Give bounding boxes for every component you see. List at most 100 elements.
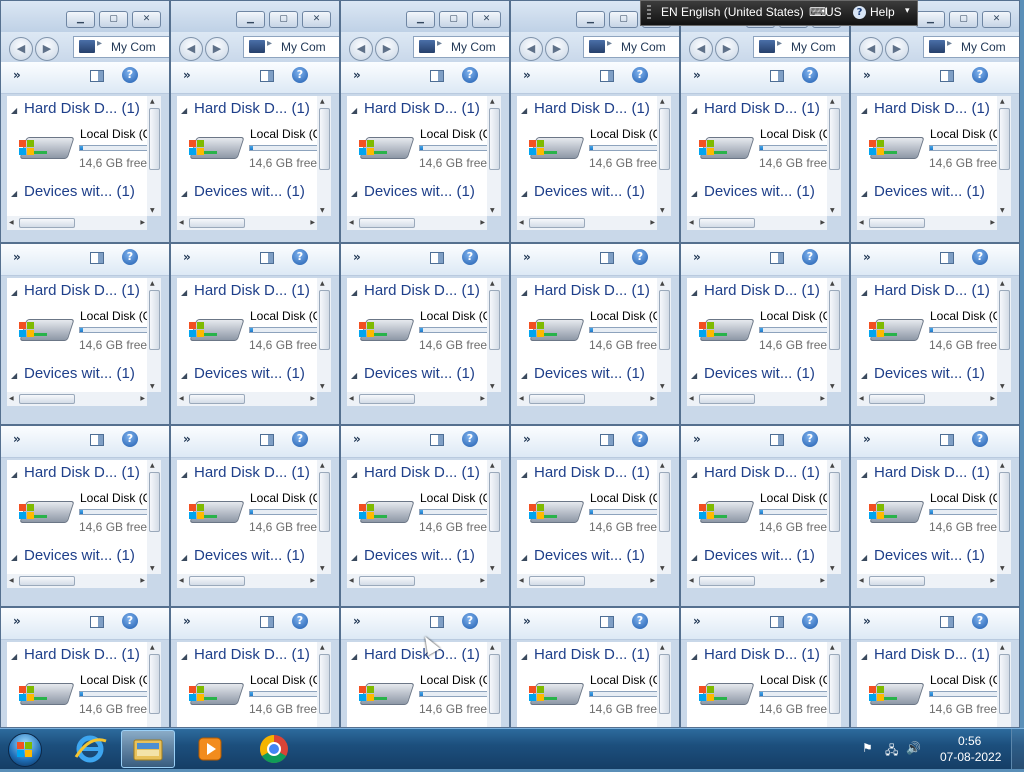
collapse-group-icon[interactable]: ◢	[11, 470, 17, 479]
more-commands-button[interactable]: »	[13, 614, 21, 628]
scroll-right-arrow-icon[interactable]: ▶	[820, 219, 825, 226]
hard-drive-icon[interactable]	[17, 669, 79, 711]
hard-drive-icon[interactable]	[17, 305, 79, 347]
scroll-left-arrow-icon[interactable]: ◀	[519, 395, 524, 402]
preview-pane-icon[interactable]	[600, 70, 614, 82]
preview-pane-icon[interactable]	[430, 70, 444, 82]
vertical-scroll-thumb[interactable]	[319, 290, 330, 350]
group-header-hard-disks[interactable]: Hard Disk D... (1)	[24, 464, 140, 481]
horizontal-scroll-thumb[interactable]	[869, 394, 925, 404]
hard-drive-icon[interactable]	[357, 487, 419, 529]
scroll-right-arrow-icon[interactable]: ▶	[650, 577, 655, 584]
vertical-scroll-thumb[interactable]	[999, 654, 1010, 714]
scroll-left-arrow-icon[interactable]: ◀	[179, 219, 184, 226]
hard-drive-icon[interactable]	[527, 305, 589, 347]
preview-pane-icon[interactable]	[600, 434, 614, 446]
scroll-up-arrow-icon[interactable]: ▲	[1000, 644, 1005, 651]
collapse-group-icon[interactable]: ◢	[351, 553, 357, 562]
collapse-group-icon[interactable]: ◢	[691, 470, 697, 479]
scroll-down-arrow-icon[interactable]: ▼	[660, 565, 665, 572]
group-header-devices[interactable]: Devices wit... (1)	[534, 183, 645, 200]
breadcrumb-chevron-icon[interactable]: ▸	[607, 38, 612, 49]
scroll-down-arrow-icon[interactable]: ▼	[1000, 207, 1005, 214]
scroll-up-arrow-icon[interactable]: ▲	[660, 644, 665, 651]
scroll-up-arrow-icon[interactable]: ▲	[830, 644, 835, 651]
preview-pane-icon[interactable]	[430, 252, 444, 264]
collapse-group-icon[interactable]: ◢	[521, 189, 527, 198]
group-header-hard-disks[interactable]: Hard Disk D... (1)	[534, 464, 650, 481]
group-header-devices[interactable]: Devices wit... (1)	[534, 547, 645, 564]
scroll-right-arrow-icon[interactable]: ▶	[480, 395, 485, 402]
help-icon[interactable]: ?	[972, 67, 988, 83]
collapse-group-icon[interactable]: ◢	[521, 652, 527, 661]
scroll-down-arrow-icon[interactable]: ▼	[660, 207, 665, 214]
group-header-devices[interactable]: Devices wit... (1)	[534, 365, 645, 382]
window-title-bar[interactable]: ▁▢✕	[1, 1, 169, 32]
scroll-down-arrow-icon[interactable]: ▼	[490, 383, 495, 390]
vertical-scroll-thumb[interactable]	[489, 654, 500, 714]
drive-name[interactable]: Local Disk (C	[760, 309, 827, 323]
scroll-right-arrow-icon[interactable]: ▶	[990, 395, 995, 402]
more-commands-button[interactable]: »	[183, 432, 191, 446]
scroll-left-arrow-icon[interactable]: ◀	[349, 219, 354, 226]
breadcrumb-chevron-icon[interactable]: ▸	[97, 38, 102, 49]
explorer-window[interactable]: »? ◢ Hard Disk D... (1) Local Disk (C 14,6 G…	[0, 243, 170, 425]
horizontal-scroll-thumb[interactable]	[359, 576, 415, 586]
explorer-window[interactable]: »? ◢ Hard Disk D... (1) Local Disk (C 14,6 G…	[850, 243, 1020, 425]
explorer-window[interactable]: »? ◢ Hard Disk D... (1) Local Disk (C 14,6 G…	[340, 607, 510, 728]
vertical-scrollbar[interactable]: ▲▼	[147, 96, 161, 216]
scroll-right-arrow-icon[interactable]: ▶	[990, 577, 995, 584]
language-bar-options-icon[interactable]: ▾	[905, 5, 910, 16]
collapse-group-icon[interactable]: ◢	[691, 288, 697, 297]
help-icon[interactable]: ?	[632, 67, 648, 83]
collapse-group-icon[interactable]: ◢	[861, 371, 867, 380]
scroll-up-arrow-icon[interactable]: ▲	[150, 280, 155, 287]
group-header-hard-disks[interactable]: Hard Disk D... (1)	[534, 282, 650, 299]
scroll-right-arrow-icon[interactable]: ▶	[480, 219, 485, 226]
hard-drive-icon[interactable]	[697, 487, 759, 529]
minimize-button[interactable]: ▁	[236, 11, 265, 28]
explorer-window[interactable]: »? ◢ Hard Disk D... (1) Local Disk (C 14,6 G…	[680, 607, 850, 728]
group-header-devices[interactable]: Devices wit... (1)	[24, 365, 135, 382]
collapse-group-icon[interactable]: ◢	[11, 371, 17, 380]
breadcrumb-chevron-icon[interactable]: ▸	[437, 38, 442, 49]
hard-drive-icon[interactable]	[187, 305, 249, 347]
group-header-devices[interactable]: Devices wit... (1)	[704, 547, 815, 564]
group-header-devices[interactable]: Devices wit... (1)	[704, 365, 815, 382]
back-button[interactable]: ◀	[519, 37, 543, 61]
hard-drive-icon[interactable]	[867, 669, 929, 711]
more-commands-button[interactable]: »	[13, 432, 21, 446]
group-header-devices[interactable]: Devices wit... (1)	[704, 183, 815, 200]
language-bar-grip[interactable]	[647, 5, 651, 21]
help-icon[interactable]: ?	[292, 67, 308, 83]
scroll-up-arrow-icon[interactable]: ▲	[1000, 462, 1005, 469]
scroll-down-arrow-icon[interactable]: ▼	[150, 207, 155, 214]
scroll-down-arrow-icon[interactable]: ▼	[490, 207, 495, 214]
vertical-scrollbar[interactable]: ▲▼	[997, 642, 1011, 727]
vertical-scrollbar[interactable]: ▲▼	[657, 642, 671, 727]
drive-name[interactable]: Local Disk (C	[930, 127, 997, 141]
scroll-left-arrow-icon[interactable]: ◀	[519, 577, 524, 584]
maximize-button[interactable]: ▢	[949, 11, 978, 28]
hard-drive-icon[interactable]	[867, 123, 929, 165]
scroll-left-arrow-icon[interactable]: ◀	[179, 577, 184, 584]
scroll-up-arrow-icon[interactable]: ▲	[830, 98, 835, 105]
group-header-hard-disks[interactable]: Hard Disk D... (1)	[874, 282, 990, 299]
minimize-button[interactable]: ▁	[576, 11, 605, 28]
address-bar[interactable]: ▸ My Com	[583, 36, 679, 58]
help-icon[interactable]: ?	[122, 431, 138, 447]
preview-pane-icon[interactable]	[260, 70, 274, 82]
forward-button[interactable]: ▶	[885, 37, 909, 61]
vertical-scrollbar[interactable]: ▲▼	[657, 460, 671, 574]
scroll-up-arrow-icon[interactable]: ▲	[1000, 98, 1005, 105]
collapse-group-icon[interactable]: ◢	[521, 470, 527, 479]
drive-name[interactable]: Local Disk (C	[420, 309, 487, 323]
vertical-scrollbar[interactable]: ▲▼	[657, 278, 671, 392]
scroll-up-arrow-icon[interactable]: ▲	[320, 280, 325, 287]
hard-drive-icon[interactable]	[17, 123, 79, 165]
horizontal-scrollbar[interactable]: ◀ ▶	[347, 392, 487, 406]
more-commands-button[interactable]: »	[863, 614, 871, 628]
scroll-down-arrow-icon[interactable]: ▼	[830, 383, 835, 390]
drive-name[interactable]: Local Disk (C	[80, 673, 147, 687]
vertical-scroll-thumb[interactable]	[149, 654, 160, 714]
